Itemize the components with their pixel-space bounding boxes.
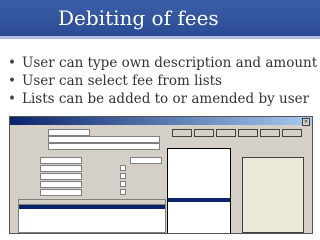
toolbar-button xyxy=(194,129,214,137)
window-title-bar xyxy=(10,117,312,125)
fee-grid xyxy=(18,199,166,233)
field-box xyxy=(40,157,82,164)
checkbox-icon xyxy=(120,181,126,187)
field-box xyxy=(48,129,90,136)
bullet-item: • Lists can be added to or amended by use… xyxy=(8,90,317,108)
side-panel xyxy=(242,157,304,233)
bullet-text: User can select fee from lists xyxy=(22,73,222,89)
slide-title: Debiting of fees xyxy=(58,6,219,30)
bullet-icon: • xyxy=(8,91,16,107)
toolbar-button xyxy=(216,129,236,137)
toolbar-button xyxy=(282,129,302,137)
bullet-text: User can type own description and amount xyxy=(22,55,318,71)
field-box xyxy=(48,136,160,143)
bullet-list: • User can type own description and amoun… xyxy=(8,54,317,108)
field-box xyxy=(40,173,82,180)
application-screenshot: × xyxy=(9,116,313,234)
slide-header-bar: Debiting of fees xyxy=(0,0,320,39)
close-icon: × xyxy=(302,118,310,126)
fee-dropdown-list xyxy=(167,148,231,233)
field-box xyxy=(48,143,160,150)
toolbar-button xyxy=(238,129,258,137)
bullet-text: Lists can be added to or amended by user xyxy=(22,91,310,107)
field-box xyxy=(130,157,162,164)
field-box xyxy=(40,181,82,188)
toolbar-button xyxy=(260,129,280,137)
toolbar-button xyxy=(172,129,192,137)
grid-row xyxy=(19,213,165,217)
checkbox-icon xyxy=(120,165,126,171)
bullet-icon: • xyxy=(8,73,16,89)
checkbox-icon xyxy=(120,173,126,179)
field-box xyxy=(40,189,82,196)
field-box xyxy=(40,165,82,172)
bullet-icon: • xyxy=(8,55,16,71)
bullet-item: • User can type own description and amoun… xyxy=(8,54,317,72)
checkbox-icon xyxy=(120,189,126,195)
bullet-item: • User can select fee from lists xyxy=(8,72,317,90)
